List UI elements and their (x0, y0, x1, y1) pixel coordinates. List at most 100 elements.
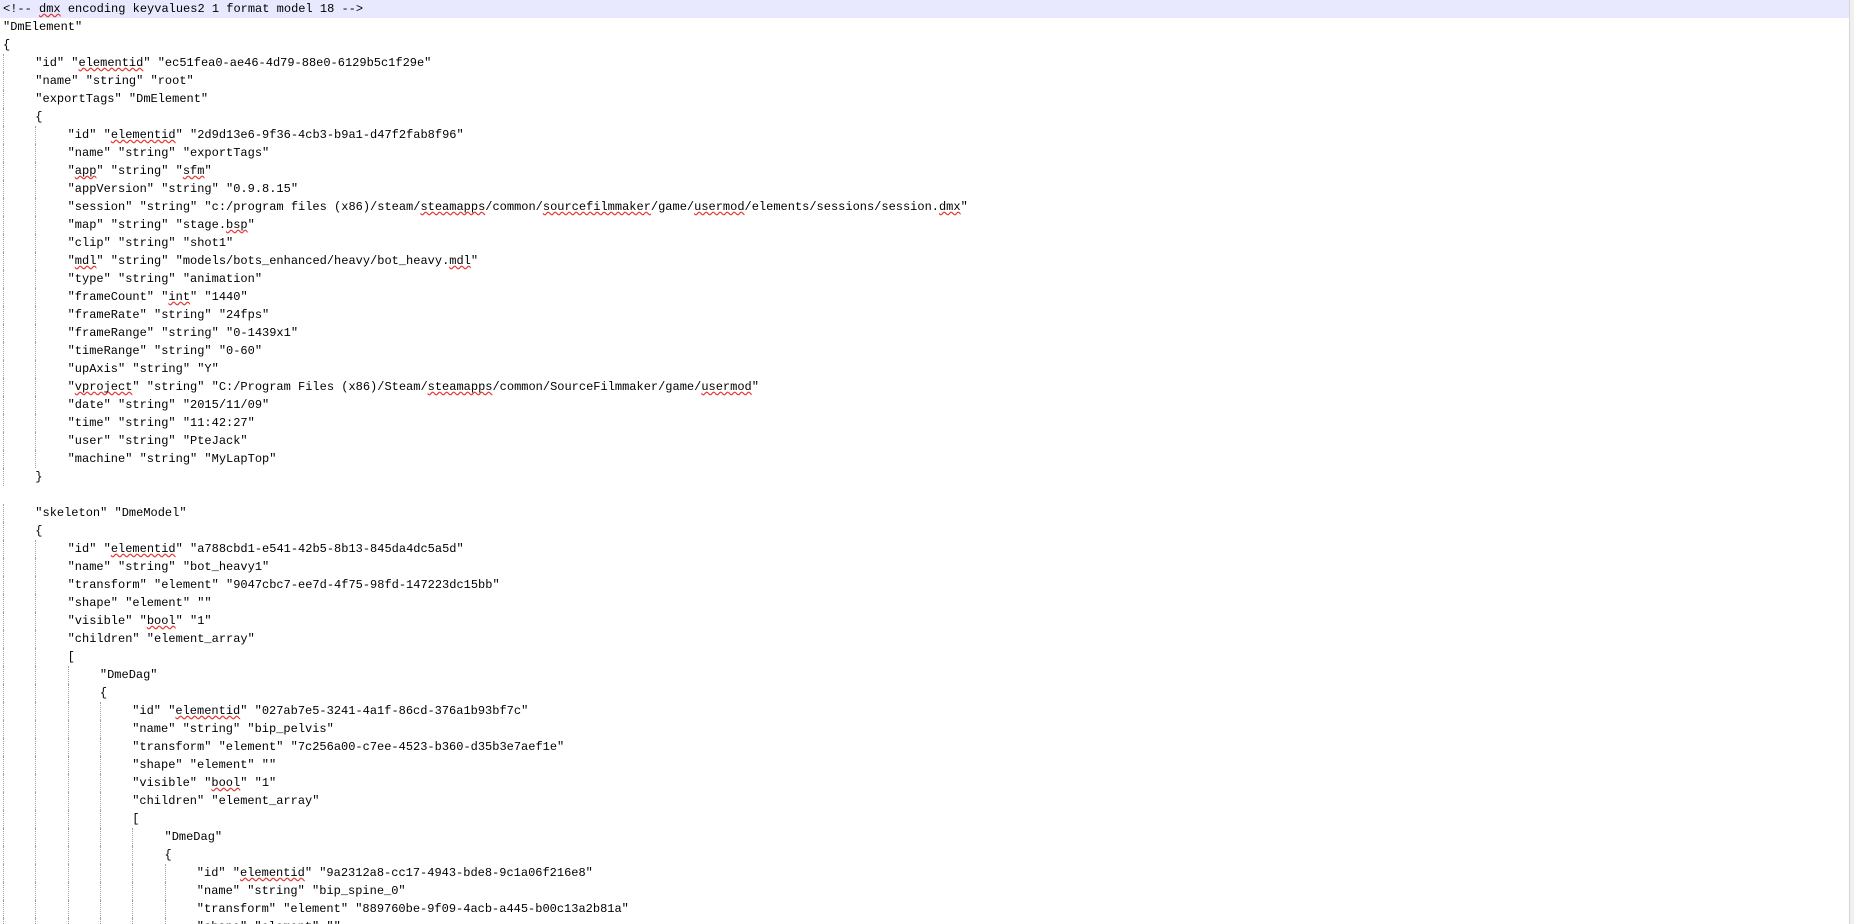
code-line[interactable]: "id" "elementid" "9a2312a8-cc17-4943-bde… (0, 864, 1850, 882)
code-line[interactable]: "user" "string" "PteJack" (0, 432, 1850, 450)
code-line[interactable]: { (0, 684, 1850, 702)
code-token: { (3, 38, 11, 52)
code-line[interactable]: "id" "elementid" "027ab7e5-3241-4a1f-86c… (0, 702, 1850, 720)
code-token: "user" "string" "PteJack" (67, 434, 248, 448)
code-line[interactable]: "date" "string" "2015/11/09" (0, 396, 1850, 414)
indent-guide (3, 90, 4, 108)
code-line-text: "frameCount" "int" "1440" (68, 288, 248, 306)
code-line[interactable]: [ (0, 648, 1850, 666)
indent-guide (67, 882, 69, 900)
code-line[interactable]: "appVersion" "string" "0.9.8.15" (0, 180, 1850, 198)
code-token: "clip" "string" "shot1" (67, 236, 234, 250)
indent-guide (3, 612, 4, 630)
code-line-text: "id" "elementid" "a788cbd1-e541-42b5-8b1… (68, 540, 464, 558)
code-line[interactable]: "DmeDag" (0, 828, 1850, 846)
indent-guide (35, 558, 37, 576)
code-line[interactable]: "skeleton" "DmeModel" (0, 504, 1850, 522)
code-token: " "1" (175, 614, 212, 628)
code-line[interactable]: "app" "string" "sfm" (0, 162, 1850, 180)
indent-guide (3, 684, 4, 702)
code-line[interactable]: { (0, 36, 1850, 54)
code-token: " "a788cbd1-e541-42b5-8b13-845da4dc5a5d" (175, 542, 464, 556)
code-line[interactable]: "children" "element_array" (0, 792, 1850, 810)
spellcheck-word: sfm (182, 164, 205, 178)
code-line[interactable]: { (0, 522, 1850, 540)
indent-guide (35, 450, 37, 468)
indent-guide (3, 558, 4, 576)
code-line[interactable]: "visible" "bool" "1" (0, 774, 1850, 792)
code-line[interactable]: "shape" "element" "" (0, 918, 1850, 924)
code-line[interactable]: "clip" "string" "shot1" (0, 234, 1850, 252)
spellcheck-word: elementid (175, 704, 241, 718)
indent-guide (132, 882, 134, 900)
indent-guide (132, 864, 134, 882)
code-line[interactable]: [ (0, 810, 1850, 828)
code-line[interactable]: "visible" "bool" "1" (0, 612, 1850, 630)
code-line-text: "exportTags" "DmElement" (35, 90, 208, 108)
code-line[interactable]: } (0, 468, 1850, 486)
code-token: "time" "string" "11:42:27" (67, 416, 255, 430)
text-editor[interactable]: <!-- dmx encoding keyvalues2 1 format mo… (0, 0, 1854, 924)
code-line[interactable]: { (0, 846, 1850, 864)
indent-guide (3, 180, 4, 198)
code-line[interactable]: "children" "element_array" (0, 630, 1850, 648)
indent-guide (3, 396, 4, 414)
code-line[interactable]: "name" "string" "root" (0, 72, 1850, 90)
code-line[interactable]: "frameRange" "string" "0-1439x1" (0, 324, 1850, 342)
code-line[interactable]: "id" "elementid" "ec51fea0-ae46-4d79-88e… (0, 54, 1850, 72)
code-token: /elements/sessions/session. (744, 200, 939, 214)
code-line-text: "children" "element_array" (132, 792, 319, 810)
indent-guide (35, 720, 37, 738)
indent-guide (99, 720, 101, 738)
code-line[interactable]: "machine" "string" "MyLapTop" (0, 450, 1850, 468)
code-token: "visible" " (67, 614, 147, 628)
code-token: "name" "string" "root" (35, 74, 194, 88)
code-line[interactable]: "mdl" "string" "models/bots_enhanced/hea… (0, 252, 1850, 270)
code-line[interactable]: "session" "string" "c:/program files (x8… (0, 198, 1850, 216)
indent-guide (3, 450, 4, 468)
code-line[interactable]: "shape" "element" "" (0, 594, 1850, 612)
indent-guide (3, 774, 4, 792)
indent-guide (35, 630, 37, 648)
indent-guide (67, 864, 69, 882)
code-line[interactable]: "map" "string" "stage.bsp" (0, 216, 1850, 234)
code-line-text: "clip" "string" "shot1" (68, 234, 234, 252)
code-line-text: [ (132, 810, 139, 828)
indent-guide (3, 198, 4, 216)
code-line[interactable]: "vproject" "string" "C:/Program Files (x… (0, 378, 1850, 396)
code-line-text: "id" "elementid" "027ab7e5-3241-4a1f-86c… (132, 702, 528, 720)
indent-guide (164, 882, 166, 900)
code-line[interactable]: "frameCount" "int" "1440" (0, 288, 1850, 306)
code-line[interactable]: "type" "string" "animation" (0, 270, 1850, 288)
code-line[interactable]: { (0, 108, 1850, 126)
indent-guide (3, 846, 4, 864)
code-line[interactable]: "DmElement" (0, 18, 1850, 36)
spellcheck-word: int (168, 290, 191, 304)
code-line[interactable]: <!-- dmx encoding keyvalues2 1 format mo… (0, 0, 1850, 18)
code-line[interactable]: "id" "elementid" "2d9d13e6-9f36-4cb3-b9a… (0, 126, 1850, 144)
code-line[interactable]: "name" "string" "bip_pelvis" (0, 720, 1850, 738)
code-line[interactable]: "upAxis" "string" "Y" (0, 360, 1850, 378)
code-line[interactable]: "name" "string" "bot_heavy1" (0, 558, 1850, 576)
code-token: " "string" "C:/Program Files (x86)/Steam… (132, 380, 428, 394)
code-token: " "1" (240, 776, 277, 790)
code-line[interactable]: "frameRate" "string" "24fps" (0, 306, 1850, 324)
code-line[interactable]: "shape" "element" "" (0, 756, 1850, 774)
code-line[interactable]: "timeRange" "string" "0-60" (0, 342, 1850, 360)
code-line[interactable]: "id" "elementid" "a788cbd1-e541-42b5-8b1… (0, 540, 1850, 558)
vertical-scrollbar[interactable] (1849, 0, 1854, 924)
code-line[interactable]: "DmeDag" (0, 666, 1850, 684)
code-token: [ (132, 812, 140, 826)
code-line-text: "user" "string" "PteJack" (68, 432, 248, 450)
code-line[interactable]: "exportTags" "DmElement" (0, 90, 1850, 108)
code-line[interactable]: "transform" "element" "889760be-9f09-4ac… (0, 900, 1850, 918)
code-line[interactable]: "name" "string" "exportTags" (0, 144, 1850, 162)
code-line[interactable] (0, 486, 1850, 504)
code-line[interactable]: "transform" "element" "7c256a00-c7ee-452… (0, 738, 1850, 756)
code-line[interactable]: "name" "string" "bip_spine_0" (0, 882, 1850, 900)
indent-guide (67, 720, 69, 738)
code-line[interactable]: "transform" "element" "9047cbc7-ee7d-4f7… (0, 576, 1850, 594)
code-line[interactable]: "time" "string" "11:42:27" (0, 414, 1850, 432)
indent-guide (3, 828, 4, 846)
indent-guide (67, 738, 69, 756)
